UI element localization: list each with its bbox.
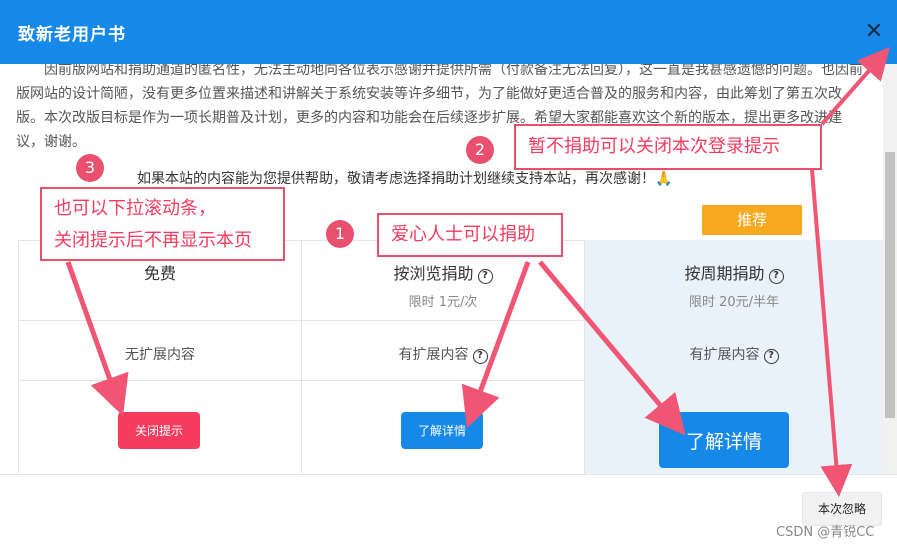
scrollbar-thumb[interactable] — [885, 152, 895, 418]
csdn-watermark: CSDN @青锐CC — [776, 525, 875, 540]
help-icon[interactable]: ? — [472, 349, 488, 364]
modal-scrollbar[interactable] — [883, 64, 897, 474]
donation-modal: 致新老用户书 ✕ 因前版网站和捐助通道的匿名性，无法主动地向各位表示感谢并提供所… — [0, 0, 897, 545]
modal-title: 致新老用户书 — [18, 25, 126, 45]
close-prompt-button[interactable]: 关闭提示 — [118, 412, 200, 449]
close-icon[interactable]: ✕ — [862, 20, 886, 44]
plan-free-name: 免费 — [143, 264, 176, 283]
footer-divider — [0, 474, 897, 475]
help-icon[interactable]: ? — [763, 349, 779, 364]
recommend-badge: 推荐 — [702, 205, 802, 235]
period-donation-details-button[interactable]: 了解详情 — [659, 412, 789, 468]
annotation-scroll-line2: 关闭提示后不再显示本页 — [54, 230, 252, 251]
modal-header: 致新老用户书 ✕ — [0, 0, 897, 64]
plan-period-name: 按周期捐助 — [684, 264, 765, 283]
plan-period-extension: 有扩展内容 — [689, 347, 760, 363]
help-icon[interactable]: ? — [768, 269, 784, 284]
help-icon[interactable]: ? — [477, 269, 493, 284]
annotation-skip: 暂不捐助可以关闭本次登录提示 — [514, 124, 822, 170]
annotation-scroll: 也可以下拉滚动条， 关闭提示后不再显示本页 — [40, 187, 285, 261]
annotation-donate: 爱心人士可以捐助 — [377, 213, 563, 257]
annotation-number-3: 3 — [76, 154, 104, 182]
plan-period-price: 限时 20元/半年 — [688, 295, 780, 310]
thanks-text: 如果本站的内容能为您提供帮助，敬请考虑选择捐助计划继续支持本站，再次感谢！🙏 — [137, 171, 673, 187]
plan-view-extension-row: 有扩展内容? — [302, 344, 584, 364]
annotation-number-2: 2 — [466, 136, 494, 164]
plan-period-extension-row: 有扩展内容? — [585, 344, 883, 364]
plan-view-extension: 有扩展内容 — [398, 347, 469, 363]
plan-free-extension: 无扩展内容 — [125, 347, 195, 363]
plan-view-name-row: 按浏览捐助? — [302, 260, 584, 284]
plan-view-name: 按浏览捐助 — [393, 264, 474, 283]
plan-period-name-row: 按周期捐助? — [585, 260, 883, 284]
plan-view-price: 限时 1元/次 — [408, 295, 478, 310]
annotation-number-1: 1 — [326, 220, 354, 248]
view-donation-details-button[interactable]: 了解详情 — [401, 412, 483, 449]
annotation-scroll-line1: 也可以下拉滚动条， — [54, 198, 216, 219]
